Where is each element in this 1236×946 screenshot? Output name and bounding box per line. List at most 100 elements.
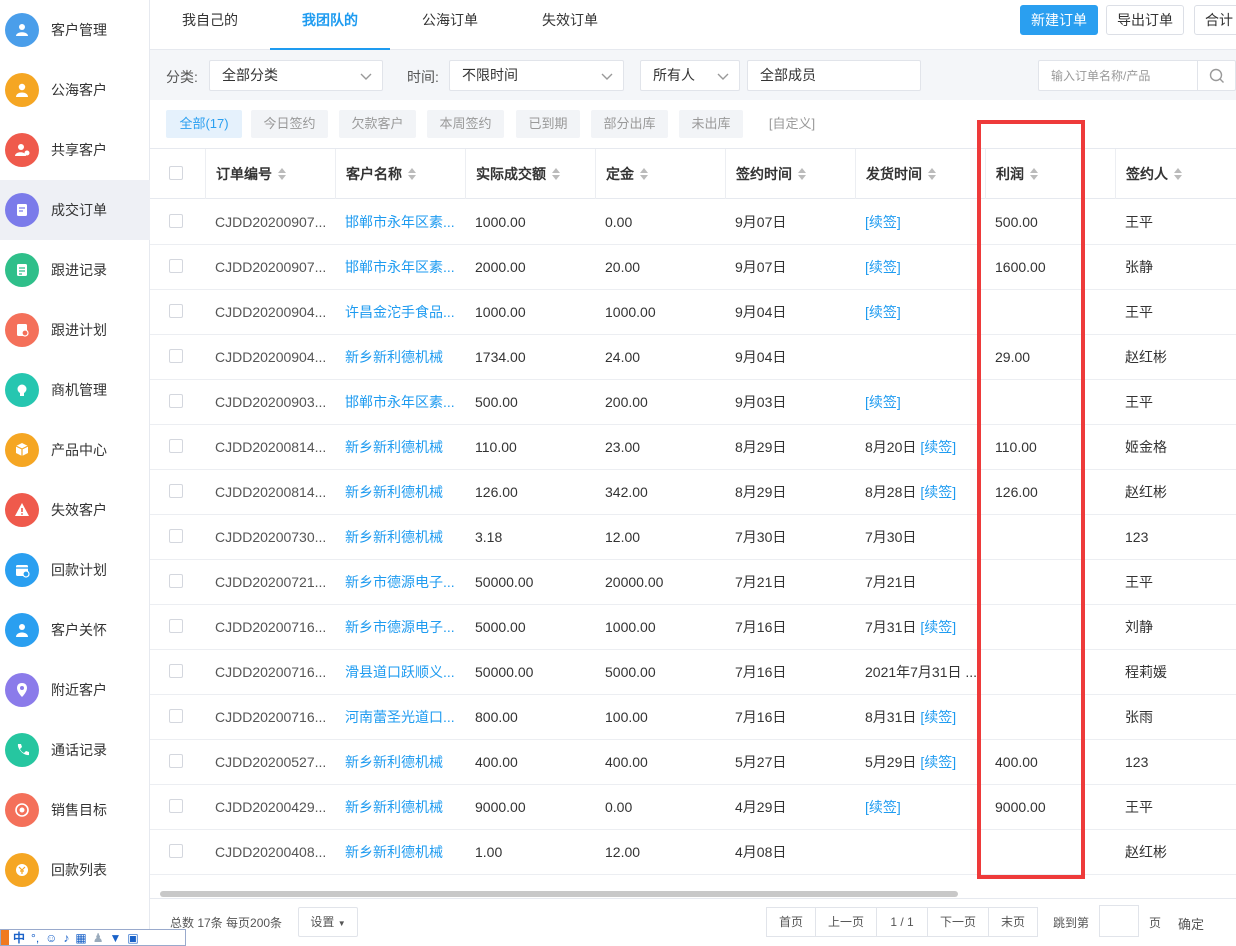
row-checkbox[interactable]	[169, 529, 183, 543]
row-checkbox[interactable]	[169, 709, 183, 723]
customer-link[interactable]: 邯郸市永年区素...	[335, 245, 465, 289]
column-header-order-id[interactable]: 订单编号	[205, 149, 335, 199]
tab-invalid-orders[interactable]: 失效订单	[510, 0, 630, 50]
jump-page-input[interactable]	[1099, 905, 1139, 937]
customer-link[interactable]: 许昌金沱手食品...	[335, 290, 465, 334]
table-row[interactable]: CJDD20200429... 新乡新利德机械 9000.00 0.00 4月29日 [续…	[150, 785, 1236, 830]
table-row[interactable]: CJDD20200721... 新乡市德源电子... 50000.00 20000.0…	[150, 560, 1236, 605]
new-order-button[interactable]: 新建订单	[1020, 5, 1098, 35]
sort-icon[interactable]	[640, 168, 648, 181]
select-all-checkbox[interactable]	[169, 166, 183, 180]
owner-select[interactable]: 所有人	[640, 60, 740, 91]
sidebar-item-care[interactable]: 客户关怀	[0, 600, 150, 660]
skin-icon[interactable]: ▼	[110, 931, 122, 945]
sidebar-item-warning[interactable]: 失效客户	[0, 480, 150, 540]
row-checkbox[interactable]	[169, 484, 183, 498]
renew-link[interactable]: [续签]	[865, 214, 901, 230]
customer-link[interactable]: 新乡新利德机械	[335, 425, 465, 469]
sidebar-item-share-user[interactable]: 共享客户	[0, 120, 150, 180]
renew-link[interactable]: [续签]	[920, 709, 956, 725]
customer-link[interactable]: 新乡新利德机械	[335, 830, 465, 874]
user-icon[interactable]: ♟	[93, 931, 104, 945]
table-row[interactable]: CJDD20200907... 邯郸市永年区素... 1000.00 0.00 9月07…	[150, 200, 1236, 245]
tab-public-orders[interactable]: 公海订单	[390, 0, 510, 50]
customer-link[interactable]: 新乡市德源电子...	[335, 605, 465, 649]
customer-link[interactable]: 新乡新利德机械	[335, 785, 465, 829]
time-select[interactable]: 不限时间	[449, 60, 624, 91]
row-checkbox[interactable]	[169, 304, 183, 318]
table-row[interactable]: CJDD20200907... 邯郸市永年区素... 2000.00 20.00 9月0…	[150, 245, 1236, 290]
customer-link[interactable]: 河南蕾圣光道口...	[335, 695, 465, 739]
total-button[interactable]: 合计	[1194, 5, 1236, 35]
customer-link[interactable]: 新乡新利德机械	[335, 515, 465, 559]
column-header-amount[interactable]: 实际成交额	[465, 149, 595, 199]
table-row[interactable]: CJDD20200716... 河南蕾圣光道口... 800.00 100.00 7月1…	[150, 695, 1236, 740]
table-row[interactable]: CJDD20200903... 邯郸市永年区素... 500.00 200.00 9月0…	[150, 380, 1236, 425]
renew-link[interactable]: [续签]	[920, 484, 956, 500]
sort-icon[interactable]	[408, 168, 416, 181]
sort-icon[interactable]	[1174, 168, 1182, 181]
confirm-jump-button[interactable]: 确定	[1178, 914, 1204, 933]
row-checkbox[interactable]	[169, 394, 183, 408]
sort-icon[interactable]	[928, 168, 936, 181]
renew-link[interactable]: [续签]	[920, 619, 956, 635]
horizontal-scrollbar[interactable]	[150, 890, 1236, 898]
column-header-ship-date[interactable]: 发货时间	[855, 149, 985, 199]
customer-link[interactable]: 新乡新利德机械	[335, 470, 465, 514]
quick-filter-4[interactable]: 已到期	[516, 110, 580, 138]
ime-mode[interactable]: 中	[13, 929, 25, 946]
column-header-signer[interactable]: 签约人	[1115, 149, 1236, 199]
sort-icon[interactable]	[1030, 168, 1038, 181]
row-checkbox[interactable]	[169, 754, 183, 768]
sidebar-item-phone[interactable]: 通话记录	[0, 720, 150, 780]
sidebar-item-money[interactable]: 回款列表	[0, 840, 150, 900]
row-checkbox[interactable]	[169, 349, 183, 363]
last-page-button[interactable]: 末页	[988, 907, 1038, 937]
keyboard-icon[interactable]: ▦	[75, 931, 86, 945]
category-select[interactable]: 全部分类	[209, 60, 383, 91]
tab-team[interactable]: 我团队的	[270, 0, 390, 50]
quick-filter-2[interactable]: 欠款客户	[339, 110, 416, 138]
sidebar-item-order[interactable]: 成交订单	[0, 180, 150, 240]
sidebar-item-calendar[interactable]: 回款计划	[0, 540, 150, 600]
next-page-button[interactable]: 下一页	[927, 907, 989, 937]
renew-link[interactable]: [续签]	[865, 799, 901, 815]
table-row[interactable]: CJDD20200814... 新乡新利德机械 110.00 23.00 8月29日 8月…	[150, 425, 1236, 470]
quick-filter-3[interactable]: 本周签约	[427, 110, 504, 138]
customer-link[interactable]: 邯郸市永年区素...	[335, 380, 465, 424]
row-checkbox[interactable]	[169, 574, 183, 588]
table-row[interactable]: CJDD20200814... 新乡新利德机械 126.00 342.00 8月29日 8…	[150, 470, 1236, 515]
table-row[interactable]: CJDD20200716... 新乡市德源电子... 5000.00 1000.00 7…	[150, 605, 1236, 650]
quick-filter-5[interactable]: 部分出库	[591, 110, 668, 138]
punctuation-icon[interactable]: °,	[31, 931, 39, 945]
grid-icon[interactable]: ▣	[127, 931, 138, 945]
customer-link[interactable]: 滑县道口跃顺义...	[335, 650, 465, 694]
row-checkbox[interactable]	[169, 214, 183, 228]
table-row[interactable]: CJDD20200408... 新乡新利德机械 1.00 12.00 4月08日 赵红彬	[150, 830, 1236, 875]
column-header-profit[interactable]: 利润	[985, 149, 1115, 199]
search-button[interactable]	[1197, 61, 1235, 90]
table-row[interactable]: CJDD20200527... 新乡新利德机械 400.00 400.00 5月27日 5…	[150, 740, 1236, 785]
table-row[interactable]: CJDD20200730... 新乡新利德机械 3.18 12.00 7月30日 7月30…	[150, 515, 1236, 560]
customer-link[interactable]: 新乡市德源电子...	[335, 560, 465, 604]
row-checkbox[interactable]	[169, 844, 183, 858]
table-row[interactable]: CJDD20200716... 滑县道口跃顺义... 50000.00 5000.00…	[150, 650, 1236, 695]
column-header-deposit[interactable]: 定金	[595, 149, 725, 199]
sidebar-item-bulb[interactable]: 商机管理	[0, 360, 150, 420]
customer-link[interactable]: 新乡新利德机械	[335, 335, 465, 379]
row-checkbox[interactable]	[169, 259, 183, 273]
sidebar-item-target[interactable]: 销售目标	[0, 780, 150, 840]
search-input[interactable]	[1039, 61, 1189, 90]
members-select[interactable]: 全部成员	[747, 60, 921, 91]
sidebar-item-users[interactable]: 客户管理	[0, 0, 150, 60]
renew-link[interactable]: [续签]	[865, 304, 901, 320]
sort-icon[interactable]	[552, 168, 560, 181]
column-header-customer-name[interactable]: 客户名称	[335, 149, 465, 199]
prev-page-button[interactable]: 上一页	[815, 907, 877, 937]
quick-filter-1[interactable]: 今日签约	[251, 110, 328, 138]
sidebar-item-person[interactable]: 公海客户	[0, 60, 150, 120]
sidebar-item-note[interactable]: 跟进记录	[0, 240, 150, 300]
settings-button[interactable]: 设置 ▼	[298, 907, 358, 937]
quick-filter-7[interactable]: [自定义]	[754, 110, 830, 138]
row-checkbox[interactable]	[169, 439, 183, 453]
